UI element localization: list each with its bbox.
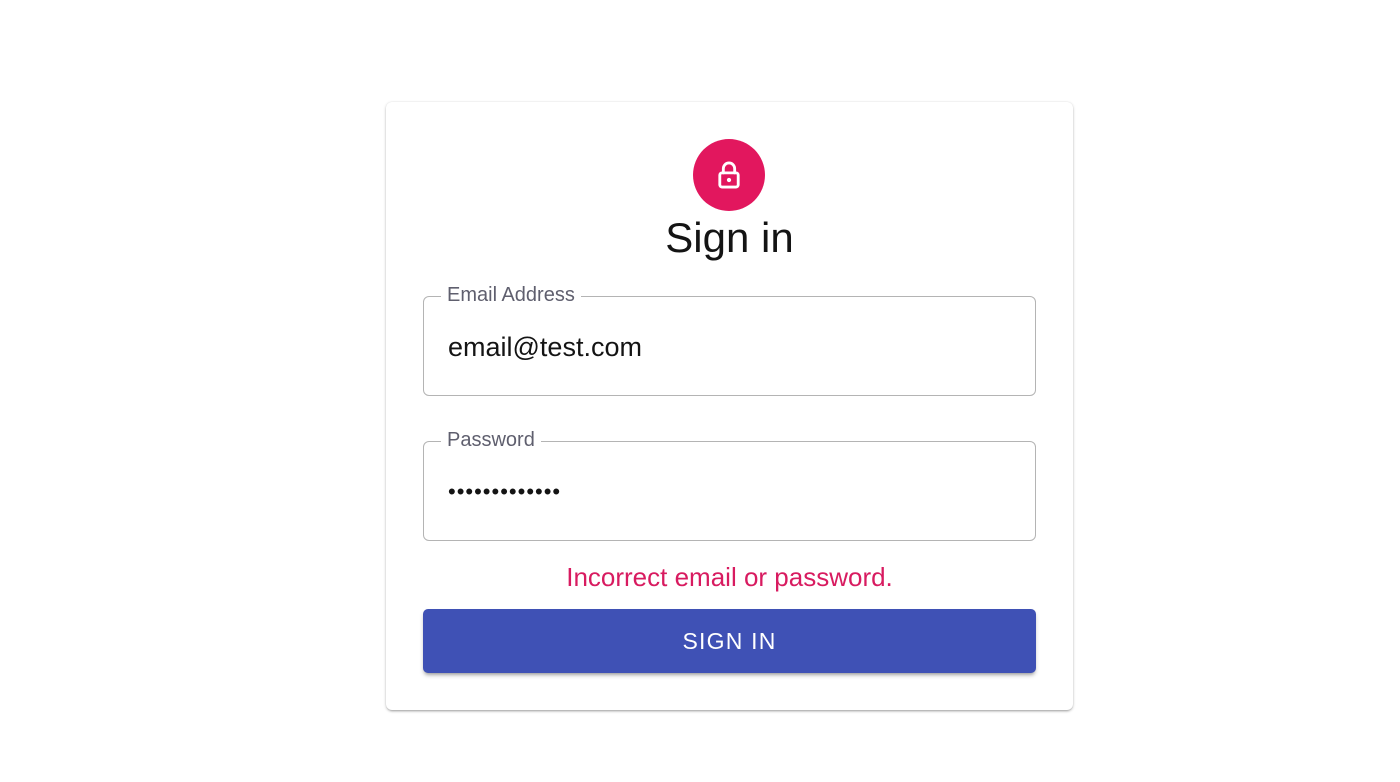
avatar <box>693 139 765 211</box>
password-input[interactable] <box>448 472 1011 512</box>
page-title: Sign in <box>665 214 794 261</box>
error-message: Incorrect email or password. <box>566 562 893 592</box>
email-input[interactable] <box>448 327 1011 367</box>
sign-in-card: Sign in Email Address Password Incorrect… <box>386 102 1073 710</box>
email-field-label: Email Address <box>441 282 581 308</box>
lock-icon <box>718 161 740 189</box>
password-field[interactable]: Password <box>423 427 1036 541</box>
sign-in-button[interactable]: SIGN IN <box>423 609 1036 673</box>
password-field-label: Password <box>441 427 541 453</box>
email-field[interactable]: Email Address <box>423 282 1036 396</box>
